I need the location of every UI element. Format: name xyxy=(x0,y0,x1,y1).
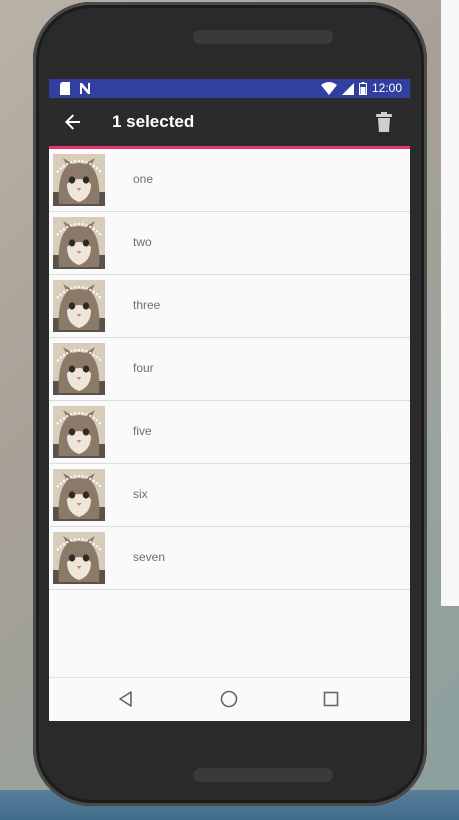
cat-thumbnail-icon xyxy=(53,469,105,521)
cat-thumbnail-icon xyxy=(53,280,105,332)
wifi-icon xyxy=(320,82,337,95)
background-panel xyxy=(441,0,459,606)
arrow-back-icon xyxy=(65,114,80,130)
cat-thumbnail-icon xyxy=(53,217,105,269)
list-item-label: one xyxy=(133,172,154,186)
nav-recents-button[interactable] xyxy=(320,688,342,710)
nav-home-button[interactable] xyxy=(218,688,240,710)
item-list: one two three four five six seven xyxy=(49,149,410,590)
list-item[interactable]: seven xyxy=(49,527,410,590)
home-circle-icon xyxy=(220,690,238,708)
navigation-bar xyxy=(49,677,410,721)
phone-speaker-top xyxy=(193,30,333,44)
status-time: 12:00 xyxy=(371,81,402,95)
list-item-label: five xyxy=(133,424,152,438)
nav-back-button[interactable] xyxy=(115,688,137,710)
phone-screen: 12:00 1 selected one two three four five six s… xyxy=(49,79,410,721)
back-triangle-icon xyxy=(119,691,132,707)
app-bar: 1 selected xyxy=(49,98,410,149)
back-button[interactable] xyxy=(61,110,85,134)
list-item-label: three xyxy=(133,298,161,312)
cat-thumbnail-icon xyxy=(53,154,105,206)
recents-square-icon xyxy=(323,691,339,707)
delete-button[interactable] xyxy=(374,110,394,134)
list-item[interactable]: one xyxy=(49,149,410,212)
list-item-label: two xyxy=(133,235,152,249)
list-item[interactable]: two xyxy=(49,212,410,275)
status-bar: 12:00 xyxy=(49,79,410,98)
list-item-label: seven xyxy=(133,550,166,564)
battery-icon xyxy=(358,82,367,95)
list-item[interactable]: six xyxy=(49,464,410,527)
cell-signal-icon xyxy=(341,82,354,95)
page-title: 1 selected xyxy=(112,112,195,131)
list-item[interactable]: five xyxy=(49,401,410,464)
list-item-label: six xyxy=(133,487,148,501)
cat-thumbnail-icon xyxy=(53,532,105,584)
list-item[interactable]: three xyxy=(49,275,410,338)
list-item-label: four xyxy=(133,361,154,375)
trash-icon xyxy=(376,112,392,132)
cat-thumbnail-icon xyxy=(53,406,105,458)
sd-card-icon xyxy=(59,82,71,95)
list-item[interactable]: four xyxy=(49,338,410,401)
phone-speaker-bottom xyxy=(193,768,333,782)
notification-n-icon xyxy=(79,82,91,95)
cat-thumbnail-icon xyxy=(53,343,105,395)
